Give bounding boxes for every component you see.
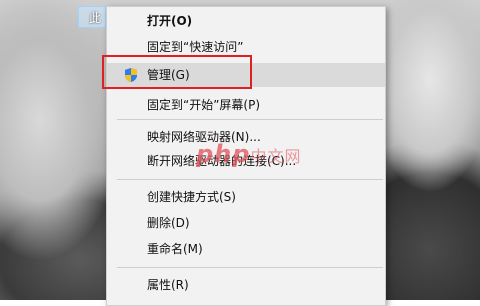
- menu-separator: [117, 179, 383, 180]
- menu-item-label: 删除(D): [147, 216, 190, 230]
- menu-separator: [117, 119, 383, 120]
- desktop-icon-this-pc-label[interactable]: 此: [78, 6, 106, 28]
- menu-separator: [117, 267, 383, 268]
- watermark: php中文网: [196, 140, 316, 170]
- manage-highlight-box: [102, 55, 252, 89]
- menu-item-label: 重命名(M): [147, 242, 203, 256]
- menu-item-label: 创建快捷方式(S): [147, 190, 236, 204]
- menu-item-rename[interactable]: 重命名(M): [107, 237, 385, 261]
- menu-item-properties[interactable]: 属性(R): [107, 273, 385, 297]
- menu-item-label: 固定到“开始”屏幕(P): [147, 98, 261, 112]
- watermark-suffix: 中文网: [250, 147, 302, 166]
- watermark-brand: php: [196, 140, 251, 168]
- menu-item-open[interactable]: 打开(O): [107, 9, 385, 33]
- menu-item-create-shortcut[interactable]: 创建快捷方式(S): [107, 185, 385, 209]
- menu-item-label: 属性(R): [147, 278, 189, 292]
- menu-item-pin-start[interactable]: 固定到“开始”屏幕(P): [107, 93, 385, 117]
- menu-item-label: 打开(O): [147, 14, 193, 28]
- menu-item-delete[interactable]: 删除(D): [107, 211, 385, 235]
